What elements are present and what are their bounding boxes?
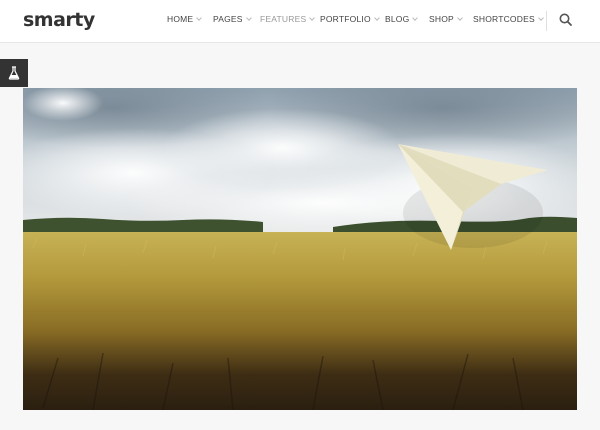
flask-icon — [8, 66, 20, 80]
chevron-down-icon — [245, 15, 252, 21]
nav-label-features: FEATURES — [260, 14, 307, 24]
chevron-down-icon — [412, 15, 419, 21]
nav-label-shop: SHOP — [429, 14, 454, 24]
nav-item-blog[interactable]: BLOG — [385, 14, 419, 24]
nav-item-shop[interactable]: SHOP — [429, 14, 463, 24]
nav-item-shortcodes[interactable]: SHORTCODES — [473, 14, 544, 24]
nav-label-blog: BLOG — [385, 14, 410, 24]
chevron-down-icon — [309, 15, 316, 21]
nav-label-shortcodes: SHORTCODES — [473, 14, 535, 24]
nav-item-home[interactable]: HOME — [167, 14, 203, 24]
chevron-down-icon — [457, 15, 463, 21]
nav-label-portfolio: PORTFOLIO — [320, 14, 371, 24]
nav-item-pages[interactable]: PAGES — [213, 14, 252, 24]
style-switcher-toggle[interactable] — [0, 59, 28, 87]
nav-label-home: HOME — [167, 14, 194, 24]
site-header: smarty HOME PAGES FEATURES PORTFOLIO BLO… — [0, 0, 600, 43]
search-button[interactable] — [558, 12, 574, 28]
logo[interactable]: smarty — [23, 9, 95, 31]
chevron-down-icon — [196, 15, 203, 21]
search-icon — [559, 13, 572, 26]
chevron-down-icon — [537, 15, 544, 21]
hero-image — [23, 88, 577, 410]
chevron-down-icon — [373, 15, 380, 21]
nav-label-pages: PAGES — [213, 14, 243, 24]
nav-item-features[interactable]: FEATURES — [260, 14, 316, 24]
nav-divider — [546, 11, 547, 31]
nav-item-portfolio[interactable]: PORTFOLIO — [320, 14, 380, 24]
hero-illustration — [23, 88, 577, 410]
